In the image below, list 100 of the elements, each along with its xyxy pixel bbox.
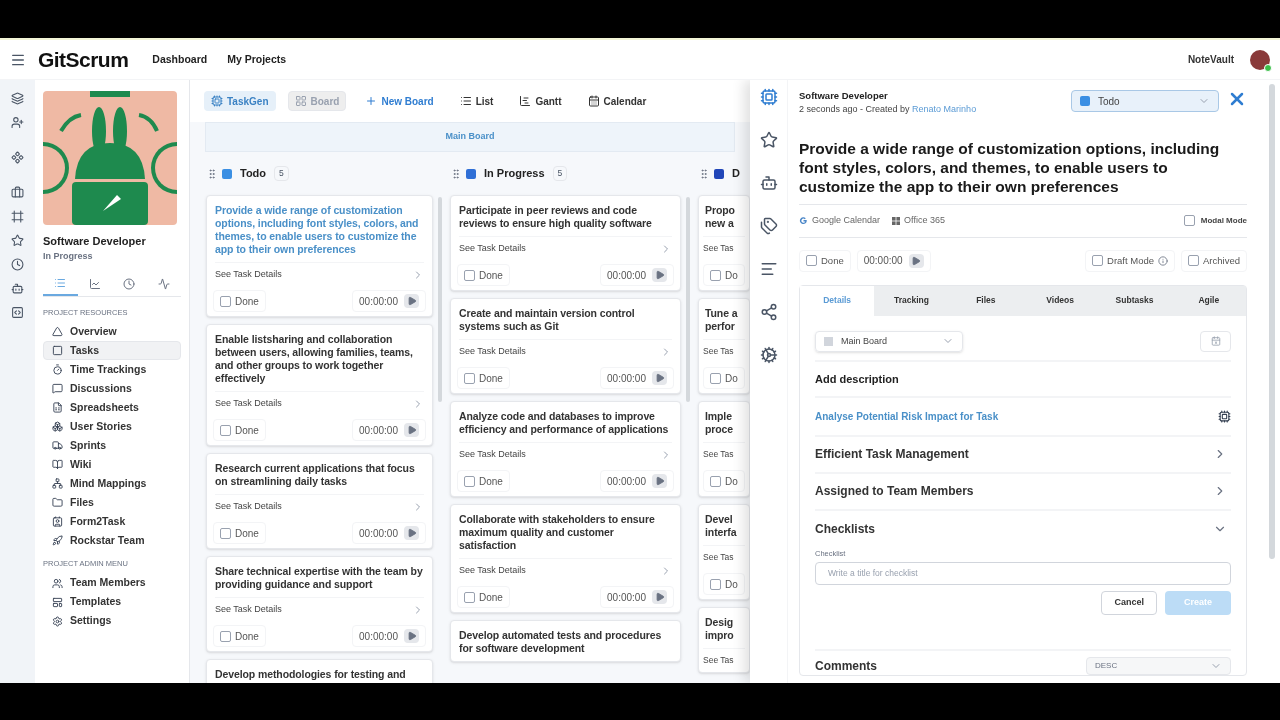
bars-icon[interactable] xyxy=(759,260,778,278)
sidebar-item[interactable]: Overview xyxy=(43,322,181,342)
play-button[interactable] xyxy=(404,423,419,437)
task-card[interactable]: Imple proce See Tas Do xyxy=(698,401,750,497)
detail-tab[interactable]: Agile xyxy=(1171,285,1246,316)
checkbox[interactable] xyxy=(710,372,721,384)
detail-tab[interactable]: Subtasks xyxy=(1097,285,1172,316)
checkbox[interactable] xyxy=(710,269,721,281)
star-icon[interactable] xyxy=(759,131,778,149)
sidebar-item[interactable]: Spreadsheets xyxy=(43,398,181,418)
sidebar-item[interactable]: Tasks xyxy=(43,341,181,361)
drag-handle-icon[interactable] xyxy=(450,167,462,180)
checkbox[interactable] xyxy=(464,475,475,487)
status-select[interactable]: Todo xyxy=(1071,90,1219,112)
see-details-button[interactable]: See Tas xyxy=(703,442,745,466)
see-details-button[interactable]: See Task Details xyxy=(459,558,672,582)
sidebar-item[interactable]: User Stories xyxy=(43,417,181,437)
task-title[interactable]: Participate in peer reviews and code reviews to ensure high quality software xyxy=(451,196,680,236)
task-card[interactable]: Create and maintain version control systems such as Git See Task Details Done 00:00:00 xyxy=(450,298,681,394)
done-checkbox[interactable]: Done xyxy=(457,470,510,492)
scrollbar[interactable] xyxy=(1269,84,1275,559)
checkbox[interactable] xyxy=(806,255,817,267)
checkbox[interactable] xyxy=(220,295,231,307)
sidebar-item[interactable]: Templates xyxy=(43,592,181,612)
integration-link[interactable]: Office 365 xyxy=(892,214,945,228)
done-checkbox[interactable]: Done xyxy=(799,249,851,272)
checkbox[interactable] xyxy=(1092,255,1104,267)
play-button[interactable] xyxy=(652,590,667,604)
integration-link[interactable]: Google Calendar xyxy=(799,214,881,228)
play-button[interactable] xyxy=(908,253,924,268)
task-card[interactable]: Desig impro See Tas xyxy=(698,607,750,673)
done-checkbox[interactable]: Do xyxy=(703,470,745,492)
done-checkbox[interactable]: Done xyxy=(457,586,510,608)
task-title[interactable]: Research current applications that focus on streamlining daily tasks xyxy=(207,454,432,494)
see-details-button[interactable]: See Task Details xyxy=(215,262,424,286)
play-button[interactable] xyxy=(404,526,419,540)
checkbox[interactable] xyxy=(1188,255,1200,267)
robot-icon[interactable] xyxy=(759,174,778,192)
see-details-button[interactable]: See Tas xyxy=(703,236,745,260)
task-card[interactable]: Research current applications that focus on streamlining daily tasks See Task Details Done 00:00:00 xyxy=(206,453,433,549)
scrollbar[interactable] xyxy=(438,197,442,402)
frame-icon[interactable] xyxy=(11,210,24,223)
task-title[interactable]: Share technical expertise with the team by providing guidance and support xyxy=(207,557,432,597)
checkbox[interactable] xyxy=(464,372,475,384)
see-details-button[interactable]: See Task Details xyxy=(215,494,424,518)
nav-link[interactable]: Dashboard xyxy=(152,51,208,68)
see-details-button[interactable]: See Task Details xyxy=(459,442,672,466)
archived-checkbox[interactable]: Archived xyxy=(1181,249,1247,272)
tags-icon[interactable] xyxy=(759,217,778,235)
task-title[interactable]: Analyze code and databases to improve efficiency and performance of applications xyxy=(451,402,680,442)
task-title[interactable]: Propo new a xyxy=(699,196,749,236)
ai-action-link[interactable]: Analyse Potential Risk Impact for Task xyxy=(815,408,999,424)
detail-tab[interactable]: Files xyxy=(948,285,1023,316)
sidebar-item[interactable]: Team Members xyxy=(43,573,181,593)
sidebar-item[interactable]: Settings xyxy=(43,611,181,631)
section-header[interactable]: Assigned to Team Members xyxy=(815,473,1231,511)
checkbox[interactable] xyxy=(710,475,721,487)
robot-icon[interactable] xyxy=(11,282,24,295)
checkbox[interactable] xyxy=(464,269,475,281)
task-title[interactable]: Imple proce xyxy=(699,402,749,442)
checkbox[interactable] xyxy=(710,578,721,590)
play-button[interactable] xyxy=(652,268,667,282)
sidebar-item[interactable]: Form2Task xyxy=(43,512,181,532)
done-checkbox[interactable]: Do xyxy=(703,264,745,286)
chip-icon[interactable] xyxy=(1218,409,1231,423)
task-title[interactable]: Enable listsharing and collaboration between users, allowing families, teams, and other groups to work together effectively xyxy=(207,325,432,391)
done-checkbox[interactable]: Done xyxy=(457,264,510,286)
diamond-icon[interactable] xyxy=(11,151,24,164)
task-title[interactable]: Collaborate with stakeholders to ensure maximum quality and customer satisfaction xyxy=(451,505,680,558)
checkbox[interactable] xyxy=(220,424,231,436)
detail-tab[interactable]: Videos xyxy=(1023,285,1098,316)
task-card[interactable]: Tune a perfor See Tas Do xyxy=(698,298,750,394)
done-checkbox[interactable]: Done xyxy=(213,419,266,441)
sidebar-item[interactable]: Discussions xyxy=(43,379,181,399)
done-checkbox[interactable]: Done xyxy=(213,522,266,544)
cancel-button[interactable]: Cancel xyxy=(1101,590,1157,615)
see-details-button[interactable]: See Task Details xyxy=(459,339,672,363)
toolbar-button[interactable]: Gantt xyxy=(512,91,569,111)
task-card[interactable]: Enable listsharing and collaboration between users, allowing families, teams, and other groups to work together effectively See Task Details Done 00:00:00 xyxy=(206,324,433,446)
play-button[interactable] xyxy=(652,474,667,488)
drag-handle-icon[interactable] xyxy=(206,167,218,180)
toolbar-button[interactable]: New Board xyxy=(358,91,441,111)
briefcase-icon[interactable] xyxy=(11,186,24,199)
see-details-button[interactable]: See Tas xyxy=(703,648,745,672)
checkbox[interactable] xyxy=(220,527,231,539)
see-details-button[interactable]: See Tas xyxy=(703,339,745,363)
code-icon[interactable] xyxy=(11,306,24,319)
see-details-button[interactable]: See Tas xyxy=(703,545,745,569)
play-button[interactable] xyxy=(404,294,419,308)
clock-icon[interactable] xyxy=(11,258,24,271)
task-title[interactable]: Provide a wide range of customization options, including font styles, colors, and themes, to enable users to customize the app to their own preferences xyxy=(207,196,432,262)
task-card[interactable]: Provide a wide range of customization options, including font styles, colors, and themes, to enable users to customize the app to their own preferences See Task Details Done 00:00:00 xyxy=(206,195,433,317)
done-checkbox[interactable]: Done xyxy=(213,625,266,647)
checkbox[interactable] xyxy=(1183,215,1195,227)
avatar[interactable] xyxy=(1250,49,1270,70)
see-details-button[interactable]: See Task Details xyxy=(215,597,424,621)
toolbar-button[interactable]: Calendar xyxy=(580,91,654,111)
detail-tab[interactable]: Tracking xyxy=(874,285,949,316)
workspace-name[interactable]: NoteVault xyxy=(1187,52,1234,67)
checkbox[interactable] xyxy=(464,591,475,603)
